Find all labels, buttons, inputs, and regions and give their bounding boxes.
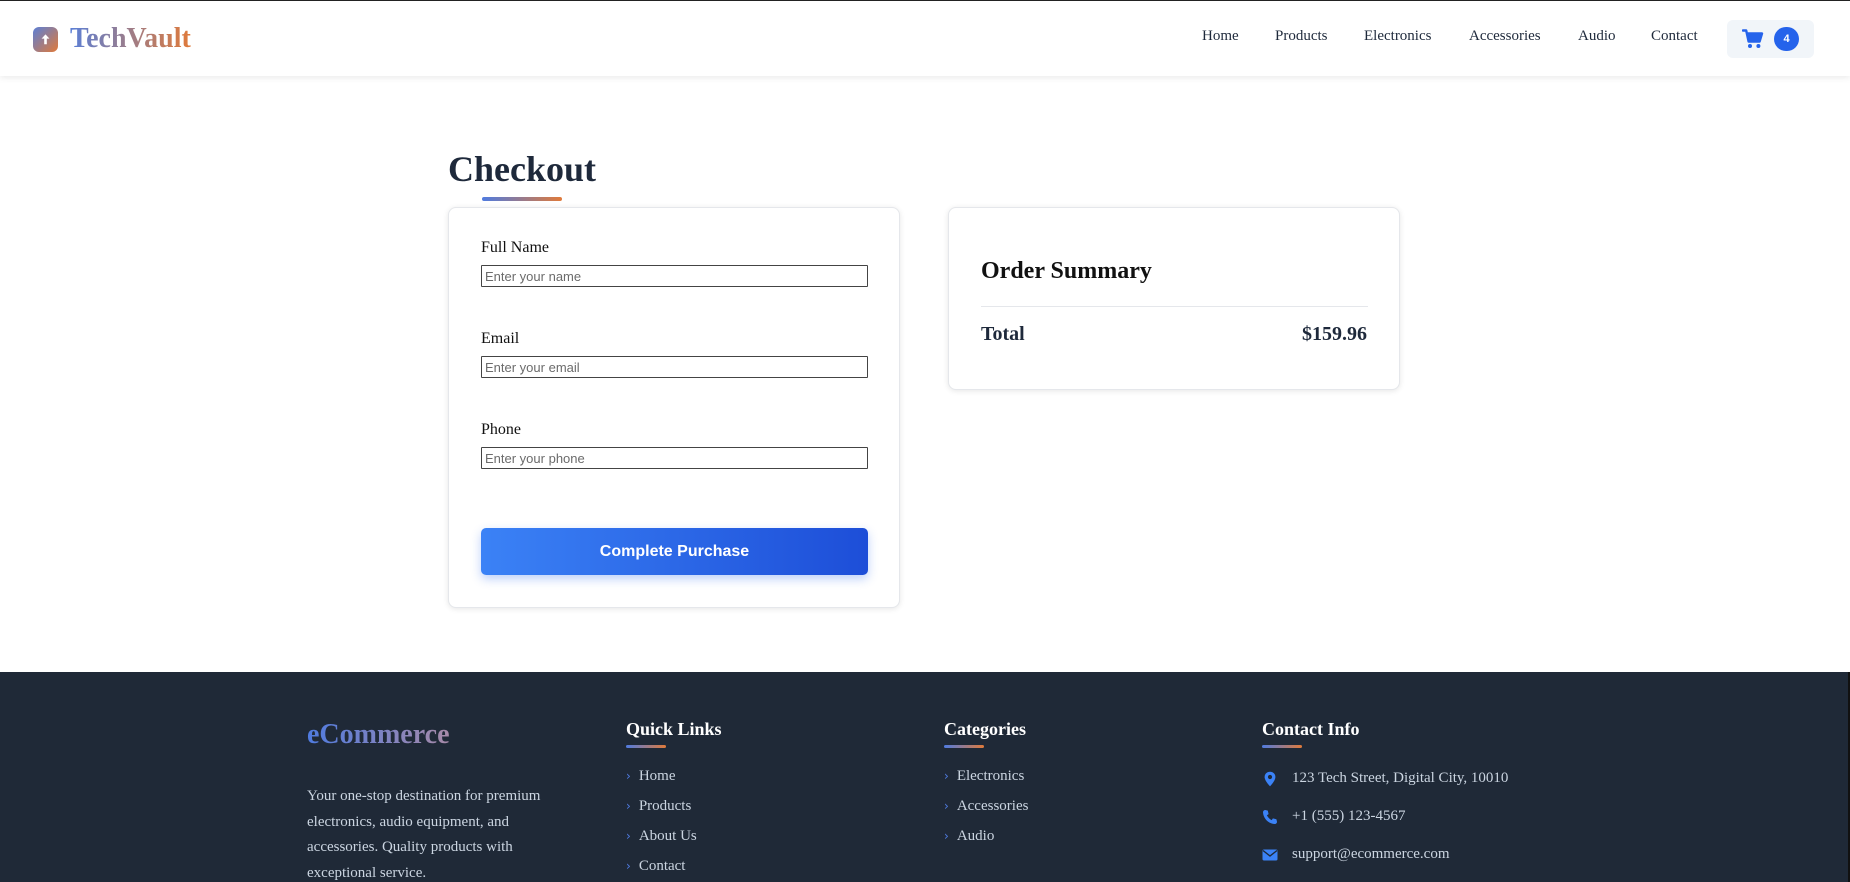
chevron-right-icon: › <box>626 829 631 843</box>
order-summary: Order Summary Total $159.96 <box>948 207 1400 390</box>
chevron-right-icon: › <box>626 799 631 813</box>
envelope-icon <box>1262 849 1278 860</box>
contact-address: 123 Tech Street, Digital City, 10010 <box>1262 770 1508 787</box>
footer-brand: eCommerce <box>307 719 450 750</box>
nav-accessories[interactable]: Accessories <box>1469 28 1541 45</box>
checkout-form: Full Name Email Phone Complete Purchase <box>448 207 900 608</box>
phone-icon <box>1263 809 1277 824</box>
chevron-right-icon: › <box>944 829 949 843</box>
contact-info-title: Contact Info <box>1262 719 1360 739</box>
chevron-right-icon: › <box>944 799 949 813</box>
nav-electronics[interactable]: Electronics <box>1364 28 1431 45</box>
chevron-right-icon: › <box>944 769 949 783</box>
site-header: TechVault Home Products Electronics Acce… <box>0 0 1850 76</box>
nav-audio[interactable]: Audio <box>1578 28 1616 45</box>
footer-link-home[interactable]: › Home <box>626 768 675 785</box>
email-label: Email <box>481 330 520 347</box>
full-name-label: Full Name <box>481 239 549 256</box>
main-nav: Home Products Electronics Accessories Au… <box>0 28 1850 52</box>
order-summary-title: Order Summary <box>981 258 1152 284</box>
contact-email: support@ecommerce.com <box>1262 846 1450 863</box>
footer-category-accessories[interactable]: › Accessories <box>944 798 1028 815</box>
total-value: $159.96 <box>1302 323 1367 345</box>
footer-link-products[interactable]: › Products <box>626 798 691 815</box>
footer-link-about-us[interactable]: › About Us <box>626 828 697 845</box>
categories-underline <box>944 745 984 748</box>
page-title: Checkout <box>448 149 597 189</box>
nav-contact[interactable]: Contact <box>1651 28 1698 45</box>
nav-products[interactable]: Products <box>1275 28 1328 45</box>
site-footer: eCommerce Your one-stop destination for … <box>0 672 1850 882</box>
footer-category-audio[interactable]: › Audio <box>944 828 994 845</box>
complete-purchase-button[interactable]: Complete Purchase <box>481 528 868 575</box>
footer-description: Your one-stop destination for premium el… <box>307 788 541 881</box>
cart-count-badge: 4 <box>1774 27 1799 51</box>
map-pin-icon <box>1264 771 1276 786</box>
quick-links-title: Quick Links <box>626 719 722 739</box>
footer-category-electronics[interactable]: › Electronics <box>944 768 1024 785</box>
email-input[interactable] <box>481 356 868 378</box>
title-underline <box>482 197 562 201</box>
total-label: Total <box>981 323 1025 345</box>
chevron-right-icon: › <box>626 859 631 873</box>
nav-home[interactable]: Home <box>1202 28 1239 45</box>
categories-title: Categories <box>944 719 1026 739</box>
cart-button[interactable]: 4 <box>1727 20 1814 58</box>
chevron-right-icon: › <box>626 769 631 783</box>
shopping-cart-icon <box>1742 29 1764 48</box>
phone-label: Phone <box>481 421 521 438</box>
phone-input[interactable] <box>481 447 868 469</box>
full-name-input[interactable] <box>481 265 868 287</box>
contact-phone: +1 (555) 123-4567 <box>1262 808 1405 825</box>
footer-link-contact[interactable]: › Contact <box>626 858 685 875</box>
contact-info-underline <box>1262 745 1302 748</box>
summary-divider <box>981 306 1368 307</box>
quick-links-underline <box>626 745 666 748</box>
